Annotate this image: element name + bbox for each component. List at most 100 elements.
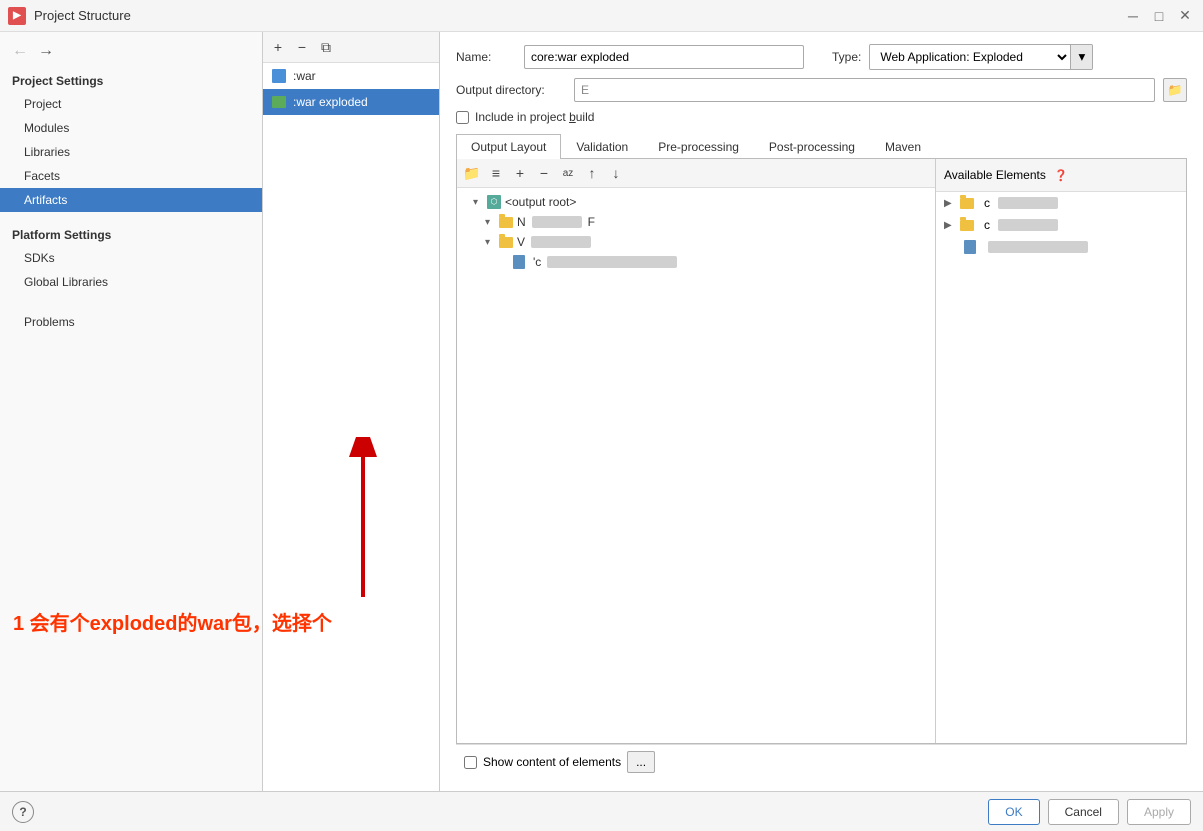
sidebar-item-project[interactable]: Project <box>0 92 262 116</box>
sidebar-item-artifacts[interactable]: Artifacts <box>0 188 262 212</box>
output-root-label: <output root> <box>505 195 576 209</box>
war-exploded-icon <box>271 94 287 110</box>
tree-list-btn[interactable]: ≡ <box>485 162 507 184</box>
artifact-item-war[interactable]: :war <box>263 63 439 89</box>
name-label: Name: <box>456 50 516 64</box>
tree-sort-btn[interactable]: az <box>557 162 579 184</box>
expand-icon: ▾ <box>485 237 495 248</box>
include-build-row: Include in project build <box>456 110 1187 124</box>
available-item-1[interactable]: ▶ c <box>936 214 1186 236</box>
main-content: Name: Type: Web Application: Exploded ▾ … <box>440 32 1203 791</box>
expand-icon: ▶ <box>944 198 954 209</box>
artifact-item-war-exploded[interactable]: :war exploded <box>263 89 439 115</box>
tab-output-layout[interactable]: Output Layout <box>456 134 561 159</box>
maximize-button[interactable]: □ <box>1149 6 1169 26</box>
show-content-checkbox[interactable] <box>464 756 477 769</box>
folder-icon-avail-1 <box>960 220 974 231</box>
include-build-checkbox[interactable] <box>456 111 469 124</box>
help-button[interactable]: ? <box>12 801 34 823</box>
close-button[interactable]: ✕ <box>1175 6 1195 26</box>
available-header: Available Elements ❓ <box>936 159 1186 192</box>
tree-toolbar: 📁 ≡ + − az ↑ ↓ <box>457 159 935 188</box>
bottom-bar: ? OK Cancel Apply <box>0 791 1203 831</box>
project-settings-header: Project Settings <box>0 66 262 92</box>
tree-item-output-root[interactable]: ▾ ⬡ <output root> <box>457 192 935 212</box>
sidebar-item-facets[interactable]: Facets <box>0 164 262 188</box>
sidebar-item-libraries[interactable]: Libraries <box>0 140 262 164</box>
add-artifact-button[interactable]: + <box>267 36 289 58</box>
tree-n-label: N <box>517 215 526 229</box>
platform-settings-header: Platform Settings <box>0 220 262 246</box>
war-icon <box>271 68 287 84</box>
tree-v-blur <box>531 236 591 248</box>
remove-artifact-button[interactable]: − <box>291 36 313 58</box>
forward-button[interactable]: → <box>34 40 58 62</box>
output-root-icon: ⬡ <box>487 195 501 209</box>
tree-down-btn[interactable]: ↓ <box>605 162 627 184</box>
show-content-label[interactable]: Show content of elements <box>483 755 621 769</box>
copy-artifact-button[interactable]: ⧉ <box>315 36 337 58</box>
tab-validation[interactable]: Validation <box>561 134 643 159</box>
tab-pre-processing[interactable]: Pre-processing <box>643 134 754 159</box>
available-help-button[interactable]: ❓ <box>1050 164 1072 186</box>
apply-button: Apply <box>1127 799 1191 825</box>
cancel-button[interactable]: Cancel <box>1048 799 1119 825</box>
tab-maven[interactable]: Maven <box>870 134 936 159</box>
tree-content: ▾ ⬡ <output root> ▾ N F ▾ <box>457 188 935 276</box>
type-select-wrapper: Web Application: Exploded ▾ <box>869 44 1093 70</box>
tree-up-btn[interactable]: ↑ <box>581 162 603 184</box>
artifact-toolbar: + − ⧉ <box>263 32 439 63</box>
tree-c-label: 'c <box>533 255 541 269</box>
tree-add-btn[interactable]: + <box>509 162 531 184</box>
minimize-button[interactable]: ─ <box>1123 6 1143 26</box>
back-button[interactable]: ← <box>8 40 32 62</box>
available-item-0[interactable]: ▶ c <box>936 192 1186 214</box>
tree-folder-btn[interactable]: 📁 <box>461 162 483 184</box>
tabs-row: Output Layout Validation Pre-processing … <box>456 134 1187 159</box>
available-panel: Available Elements ❓ ▶ c ▶ c ▶ <box>936 159 1186 743</box>
title-bar: ▶ Project Structure ─ □ ✕ <box>0 0 1203 32</box>
sidebar-item-problems[interactable]: Problems <box>0 310 262 334</box>
type-label: Type: <box>832 50 861 64</box>
file-icon-c <box>513 255 525 269</box>
include-build-label[interactable]: Include in project build <box>475 110 594 124</box>
sidebar-item-sdks[interactable]: SDKs <box>0 246 262 270</box>
output-dir-label: Output directory: <box>456 83 566 97</box>
type-select[interactable]: Web Application: Exploded <box>870 45 1070 69</box>
folder-icon-n <box>499 217 513 228</box>
avail-2-blur <box>988 241 1088 253</box>
folder-icon-avail-0 <box>960 198 974 209</box>
avail-0-label: c <box>984 196 990 210</box>
avail-1-blur <box>998 219 1058 231</box>
type-dropdown-button[interactable]: ▾ <box>1070 45 1092 69</box>
window-title: Project Structure <box>34 8 131 23</box>
output-dir-input[interactable] <box>574 78 1155 102</box>
tree-item-n[interactable]: ▾ N F <box>457 212 935 232</box>
output-dir-row: Output directory: 📁 <box>456 78 1187 102</box>
folder-browse-icon: 📁 <box>1168 83 1183 97</box>
folder-icon-v <box>499 237 513 248</box>
annotation-text: 1 会有个exploded的war包，选择个 <box>13 607 332 636</box>
app-icon: ▶ <box>8 7 26 25</box>
annotation-arrow <box>283 437 403 617</box>
tree-panel: 📁 ≡ + − az ↑ ↓ ▾ ⬡ <output root> <box>457 159 936 743</box>
ok-button[interactable]: OK <box>988 799 1039 825</box>
output-layout-area: 📁 ≡ + − az ↑ ↓ ▾ ⬡ <output root> <box>456 159 1187 744</box>
name-input[interactable] <box>524 45 804 69</box>
sidebar-item-global-libraries[interactable]: Global Libraries <box>0 270 262 294</box>
show-content-row: Show content of elements ... <box>456 744 1187 779</box>
file-icon-avail-2 <box>964 240 976 254</box>
expand-icon: ▾ <box>485 217 495 228</box>
available-item-2[interactable]: ▶ <box>936 236 1186 258</box>
tree-f-label: F <box>588 215 595 229</box>
sidebar-item-modules[interactable]: Modules <box>0 116 262 140</box>
tree-remove-btn[interactable]: − <box>533 162 555 184</box>
tab-post-processing[interactable]: Post-processing <box>754 134 870 159</box>
name-row: Name: Type: Web Application: Exploded ▾ <box>456 44 1187 70</box>
tree-item-c[interactable]: ▾ 'c <box>457 252 935 272</box>
output-dir-browse-button[interactable]: 📁 <box>1163 78 1187 102</box>
artifact-list: :war :war exploded <box>263 63 439 427</box>
artifact-panel: + − ⧉ :war :war exploded <box>263 32 440 791</box>
show-content-settings-button[interactable]: ... <box>627 751 655 773</box>
tree-item-v[interactable]: ▾ V <box>457 232 935 252</box>
